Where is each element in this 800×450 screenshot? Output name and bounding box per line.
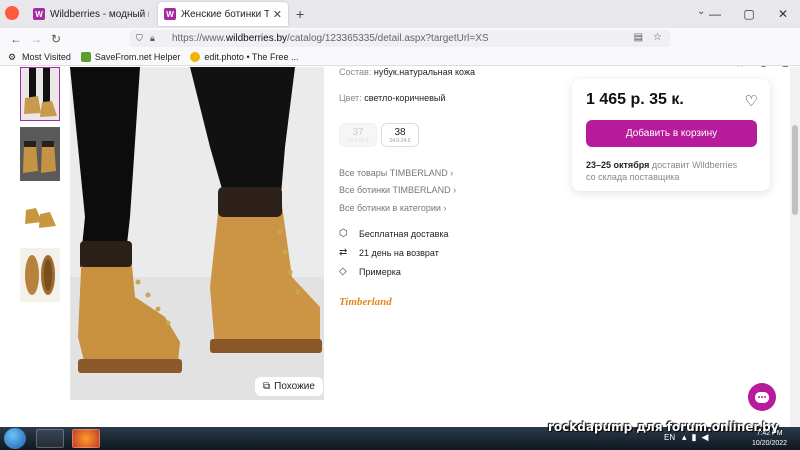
feature-text: Бесплатная доставка — [359, 228, 449, 239]
color-label: Цвет: — [339, 93, 362, 103]
new-tab-icon[interactable]: + — [296, 6, 304, 22]
size-number: 37 — [352, 127, 364, 138]
product-thumbnail[interactable] — [20, 127, 60, 181]
box-icon: ⬡ — [339, 228, 348, 239]
feature-free-delivery: ⬡ Бесплатная доставка — [339, 228, 449, 239]
savefrom-icon — [80, 52, 91, 62]
similar-search-icon: ⧉ — [263, 381, 271, 392]
url-domain: wildberries.by — [225, 33, 288, 44]
close-window-icon[interactable]: ✕ — [766, 0, 800, 28]
taskbar-app-icon[interactable] — [36, 429, 64, 448]
chat-bubble-icon — [755, 391, 769, 403]
product-page: ⧉ Похожие Состав: нубук.натуральная кожа… — [0, 67, 800, 427]
bookmarks-bar: ⚙ Most Visited SaveFrom.net Helper edit.… — [0, 49, 800, 66]
forward-icon[interactable]: → — [26, 32, 46, 46]
size-number: 38 — [394, 127, 406, 138]
wildberries-favicon-icon: W — [33, 8, 45, 20]
watermark-text: rockdapump для forum.onliner.by — [548, 420, 779, 434]
size-option-37[interactable]: 37 23.0-23.5 — [339, 123, 377, 147]
bookmark-edit-photo[interactable]: edit.photo • The Free ... — [190, 52, 298, 62]
main-product-photo[interactable]: ⧉ Похожие — [70, 67, 324, 400]
tab-title: Женские ботинки Timberland — [181, 8, 269, 20]
clock-date: 10/20/2022 — [752, 440, 788, 447]
taskbar-firefox-icon[interactable] — [72, 429, 100, 448]
size-range: 24.0-24.5 — [389, 138, 411, 144]
url-text[interactable]: https://www.wildberries.by/catalog/12336… — [172, 33, 489, 44]
back-icon[interactable]: ← — [6, 32, 26, 46]
tag-icon: ◇ — [339, 266, 347, 277]
tab-wildberries-home[interactable]: W Wildberries - модный интерне — [27, 2, 155, 26]
tab-timberland-boots[interactable]: W Женские ботинки Timberland ✕ — [158, 2, 288, 26]
add-to-cart-button[interactable]: Добавить в корзину — [586, 120, 757, 147]
feature-text: Примерка — [359, 266, 401, 277]
buy-card: 1 465 р. 35 к. ♡ Добавить в корзину 23–2… — [572, 79, 770, 191]
shield-icon[interactable]: ⛉ — [136, 33, 150, 44]
feature-return: ⇄ 21 день на возврат — [339, 247, 439, 258]
composition-line: Состав: нубук.натуральная кожа — [339, 67, 475, 77]
reload-icon[interactable]: ↻ — [46, 32, 66, 46]
link-all-timberland[interactable]: Все товары TIMBERLAND › — [339, 168, 453, 178]
tab-title: Wildberries - модный интерне — [50, 8, 149, 20]
wildberries-favicon-icon: W — [164, 8, 176, 20]
bookmark-star-icon[interactable]: ☆ — [653, 32, 662, 43]
tray-arrow-icon[interactable]: ▴ — [682, 432, 687, 443]
composition-value: нубук.натуральная кожа — [373, 67, 475, 77]
language-indicator[interactable]: EN — [664, 433, 675, 442]
maximize-icon[interactable]: ▢ — [732, 0, 766, 28]
lock-icon[interactable]: 🔒︎ — [150, 33, 164, 44]
volume-icon[interactable]: ◀ — [701, 432, 708, 443]
price: 1 465 р. 35 к. — [586, 91, 684, 108]
page-scrollbar[interactable] — [790, 67, 800, 427]
start-button-icon[interactable] — [4, 428, 26, 449]
product-thumbnail[interactable] — [20, 188, 60, 242]
similar-products-button[interactable]: ⧉ Похожие — [255, 377, 323, 396]
composition-label: Состав: — [339, 67, 372, 77]
url-prefix: https://www. — [172, 33, 226, 44]
firefox-menu-icon[interactable] — [5, 6, 19, 20]
brand-logo[interactable]: Timberland — [339, 296, 392, 308]
gear-icon: ⚙ — [8, 52, 17, 62]
size-option-38[interactable]: 38 24.0-24.5 — [381, 123, 419, 147]
bookmark-label: edit.photo • The Free ... — [204, 52, 299, 62]
favorite-heart-icon[interactable]: ♡ — [745, 92, 758, 110]
feature-text: 21 день на возврат — [359, 247, 439, 258]
link-boots-category[interactable]: Все ботинки в категории › — [339, 203, 446, 213]
delivery-text: доставит Wildberries — [649, 160, 738, 170]
delivery-info: 23–25 октября доставит Wildberries со ск… — [586, 159, 737, 183]
bookmark-savefrom[interactable]: SaveFrom.net Helper — [80, 52, 181, 62]
network-icon[interactable]: ▮ — [692, 432, 697, 443]
bookmark-most-visited[interactable]: ⚙ Most Visited — [8, 52, 71, 62]
system-clock[interactable]: 7:42 PM 10/20/2022 — [752, 429, 787, 449]
bookmark-label: Most Visited — [22, 52, 71, 62]
link-timberland-boots[interactable]: Все ботинки TIMBERLAND › — [339, 185, 456, 195]
close-tab-icon[interactable]: ✕ — [273, 8, 282, 21]
delivery-source: со склада поставщика — [586, 172, 680, 182]
product-thumbnail[interactable] — [20, 67, 60, 121]
navigation-bar: ← → ↻ ⛉ 🔒︎ https://www.wildberries.by/ca… — [0, 28, 800, 72]
return-icon: ⇄ — [339, 247, 348, 258]
tab-bar: W Wildberries - модный интерне W Женские… — [0, 0, 800, 28]
feature-fitting: ◇ Примерка — [339, 266, 401, 277]
color-line: Цвет: светло-коричневый — [339, 93, 445, 103]
url-path: /catalog/123365335/detail.aspx?targetUrl… — [287, 33, 489, 44]
delivery-dates: 23–25 октября — [586, 160, 650, 170]
scrollbar-thumb[interactable] — [792, 125, 798, 215]
size-range: 23.0-23.5 — [347, 138, 369, 144]
address-bar[interactable]: ⛉ 🔒︎ https://www.wildberries.by/catalog/… — [130, 30, 670, 47]
similar-label: Похожие — [274, 381, 315, 392]
color-value: светло-коричневый — [364, 93, 446, 103]
edit-photo-icon — [190, 52, 201, 62]
product-thumbnail[interactable] — [20, 248, 60, 302]
minimize-icon[interactable]: — — [698, 0, 732, 28]
clock-time: 7:42 PM — [756, 430, 783, 437]
chat-button[interactable] — [748, 383, 776, 411]
bookmark-label: SaveFrom.net Helper — [94, 52, 181, 62]
reader-view-icon[interactable]: ▤ — [634, 32, 643, 43]
